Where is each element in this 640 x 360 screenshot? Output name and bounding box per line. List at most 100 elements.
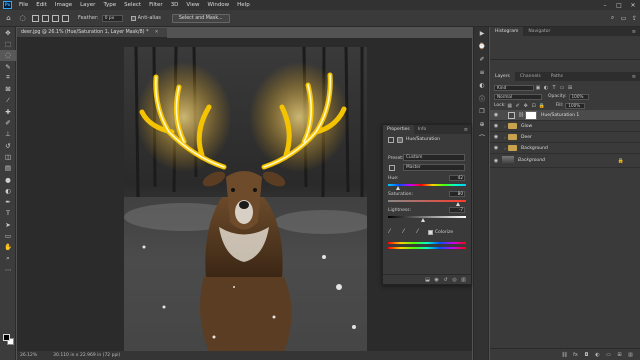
eraser-tool-icon[interactable]: ◫ (0, 151, 16, 162)
paths-icon[interactable]: ⌒ (474, 131, 490, 144)
eyedropper-minus-icon[interactable]: ⁄ (417, 228, 418, 235)
kind-filter-select[interactable]: Kind (494, 84, 534, 91)
play-actions-icon[interactable]: ▶ (474, 27, 490, 40)
layer-row-hue-saturation[interactable]: ◉ ⛓ Hue/Saturation 1 (490, 110, 640, 121)
filter-shape-icon[interactable]: ▭ (558, 85, 566, 91)
search-icon[interactable]: ⌕ (607, 14, 618, 22)
home-icon[interactable]: ⌂ (4, 14, 13, 23)
zoom-level[interactable]: 26.12% (20, 353, 37, 358)
more-tools-icon[interactable]: ⋯ (0, 264, 16, 275)
history-icon[interactable]: ⌚ (474, 40, 490, 53)
feather-input[interactable]: 0 px (101, 14, 123, 22)
reset-icon[interactable]: ↺ (441, 277, 450, 283)
menu-edit[interactable]: Edit (32, 2, 51, 8)
saturation-value-input[interactable]: 80 (449, 191, 465, 197)
layer-name[interactable]: Deer (521, 135, 532, 140)
saturation-slider[interactable] (388, 200, 466, 202)
clone-stamp-tool-icon[interactable]: ⊥ (0, 129, 16, 140)
layer-name[interactable]: Glow (521, 124, 532, 129)
share-icon[interactable]: ⇪ (629, 15, 640, 22)
link-chain-icon[interactable]: ⛓ (517, 112, 525, 118)
view-previous-icon[interactable]: ◉ (432, 277, 441, 283)
channel-select[interactable]: Master (403, 164, 465, 171)
healing-brush-tool-icon[interactable]: ✚ (0, 106, 16, 117)
filter-type-icon[interactable]: T (550, 85, 558, 91)
lightness-value-input[interactable]: -7 (449, 207, 465, 213)
minimize-button[interactable]: – (598, 2, 612, 9)
clip-to-layer-icon[interactable]: ⬓ (423, 277, 432, 283)
tab-paths[interactable]: Paths (546, 72, 568, 81)
maximize-button[interactable]: □ (612, 2, 626, 9)
select-and-mask-button[interactable]: Select and Mask... (171, 13, 230, 23)
panel-menu-icon[interactable]: ≡ (464, 127, 471, 133)
menu-view[interactable]: View (182, 2, 203, 8)
colorize-checkbox[interactable] (428, 230, 433, 235)
blur-tool-icon[interactable]: ● (0, 174, 16, 185)
close-tab-icon[interactable]: ✕ (154, 30, 158, 35)
foreground-color-swatch[interactable] (3, 334, 10, 341)
menu-file[interactable]: File (15, 2, 32, 8)
blend-mode-select[interactable]: Normal (494, 93, 542, 100)
layer-row-background[interactable]: ◉ Background 🔒 (490, 154, 640, 168)
channels-icon[interactable]: ⊕ (474, 118, 490, 131)
histogram-menu-icon[interactable]: ≡ (632, 29, 640, 35)
filter-pixel-icon[interactable]: ▣ (534, 85, 542, 91)
hand-tool-icon[interactable]: ✋ (0, 242, 16, 253)
layer-style-icon[interactable]: fx (570, 352, 581, 358)
menu-layer[interactable]: Layer (76, 2, 99, 8)
quick-select-tool-icon[interactable]: ✎ (0, 61, 16, 72)
visibility-eye-icon[interactable]: ◉ (490, 145, 502, 151)
rectangle-tool-icon[interactable]: ▭ (0, 230, 16, 241)
pen-tool-icon[interactable]: ✒ (0, 196, 16, 207)
eyedropper-plus-icon[interactable]: ⁄ (403, 228, 404, 235)
layer-name[interactable]: Hue/Saturation 1 (541, 113, 579, 118)
lock-image-icon[interactable]: ✐ (514, 103, 522, 109)
menu-window[interactable]: Window (203, 2, 233, 8)
visibility-icon[interactable]: ◎ (450, 277, 459, 283)
layer-row-glow[interactable]: ◉ › Glow (490, 121, 640, 132)
filter-adjust-icon[interactable]: ◐ (542, 85, 550, 91)
layers-panel-icon[interactable]: ❐ (474, 105, 490, 118)
visibility-eye-icon[interactable]: ◉ (490, 112, 502, 118)
dodge-tool-icon[interactable]: ◐ (0, 185, 16, 196)
brush-settings-icon[interactable]: ✐ (474, 53, 490, 66)
layer-row-deer[interactable]: ◉ › Deer (490, 132, 640, 143)
layer-name[interactable]: Background (521, 146, 548, 151)
lasso-tool-preset-icon[interactable]: ◌ (18, 14, 27, 23)
path-select-tool-icon[interactable]: ➤ (0, 219, 16, 230)
menu-help[interactable]: Help (233, 2, 254, 8)
anti-alias-checkbox[interactable] (130, 15, 136, 21)
new-adjustment-icon[interactable]: ◐ (592, 352, 603, 358)
eyedropper-icon[interactable]: ⁄ (389, 228, 390, 235)
new-group-icon[interactable]: ▭ (603, 352, 614, 358)
lasso-tool-icon[interactable]: ◌ (0, 49, 16, 61)
menu-type[interactable]: Type (99, 2, 120, 8)
opacity-input[interactable]: 100% (568, 93, 589, 100)
hue-slider-thumb[interactable] (396, 186, 400, 190)
new-selection-icon[interactable] (32, 14, 39, 22)
filter-smart-icon[interactable]: ⊞ (566, 85, 574, 91)
lightness-slider[interactable] (388, 216, 466, 218)
menu-select[interactable]: Select (120, 2, 145, 8)
tab-info[interactable]: Info (414, 125, 431, 134)
close-window-button[interactable]: ✕ (626, 2, 640, 9)
hue-value-input[interactable]: 42 (449, 175, 465, 181)
intersect-selection-icon[interactable] (62, 14, 69, 22)
layer-name[interactable]: Background (518, 158, 545, 163)
frame-tool-icon[interactable]: ⊠ (0, 83, 16, 94)
menu-3d[interactable]: 3D (167, 2, 183, 8)
lock-position-icon[interactable]: ✥ (522, 103, 530, 109)
workspace-icon[interactable]: ▭ (618, 15, 629, 22)
eyedropper-tool-icon[interactable]: ⁄ (0, 95, 16, 106)
targeted-adjust-icon[interactable] (389, 165, 395, 171)
new-layer-icon[interactable]: ⊞ (614, 352, 625, 358)
layer-row-background-group[interactable]: ◉ › Background (490, 143, 640, 154)
move-tool-icon[interactable]: ✥ (0, 27, 16, 38)
fill-input[interactable]: 100% (565, 102, 586, 109)
saturation-slider-thumb[interactable] (456, 202, 460, 206)
menu-filter[interactable]: Filter (145, 2, 167, 8)
menu-image[interactable]: Image (51, 2, 76, 8)
lock-transparent-icon[interactable]: ▦ (506, 103, 514, 109)
gradient-tool-icon[interactable]: ▤ (0, 163, 16, 174)
tab-properties[interactable]: Properties (383, 125, 414, 134)
